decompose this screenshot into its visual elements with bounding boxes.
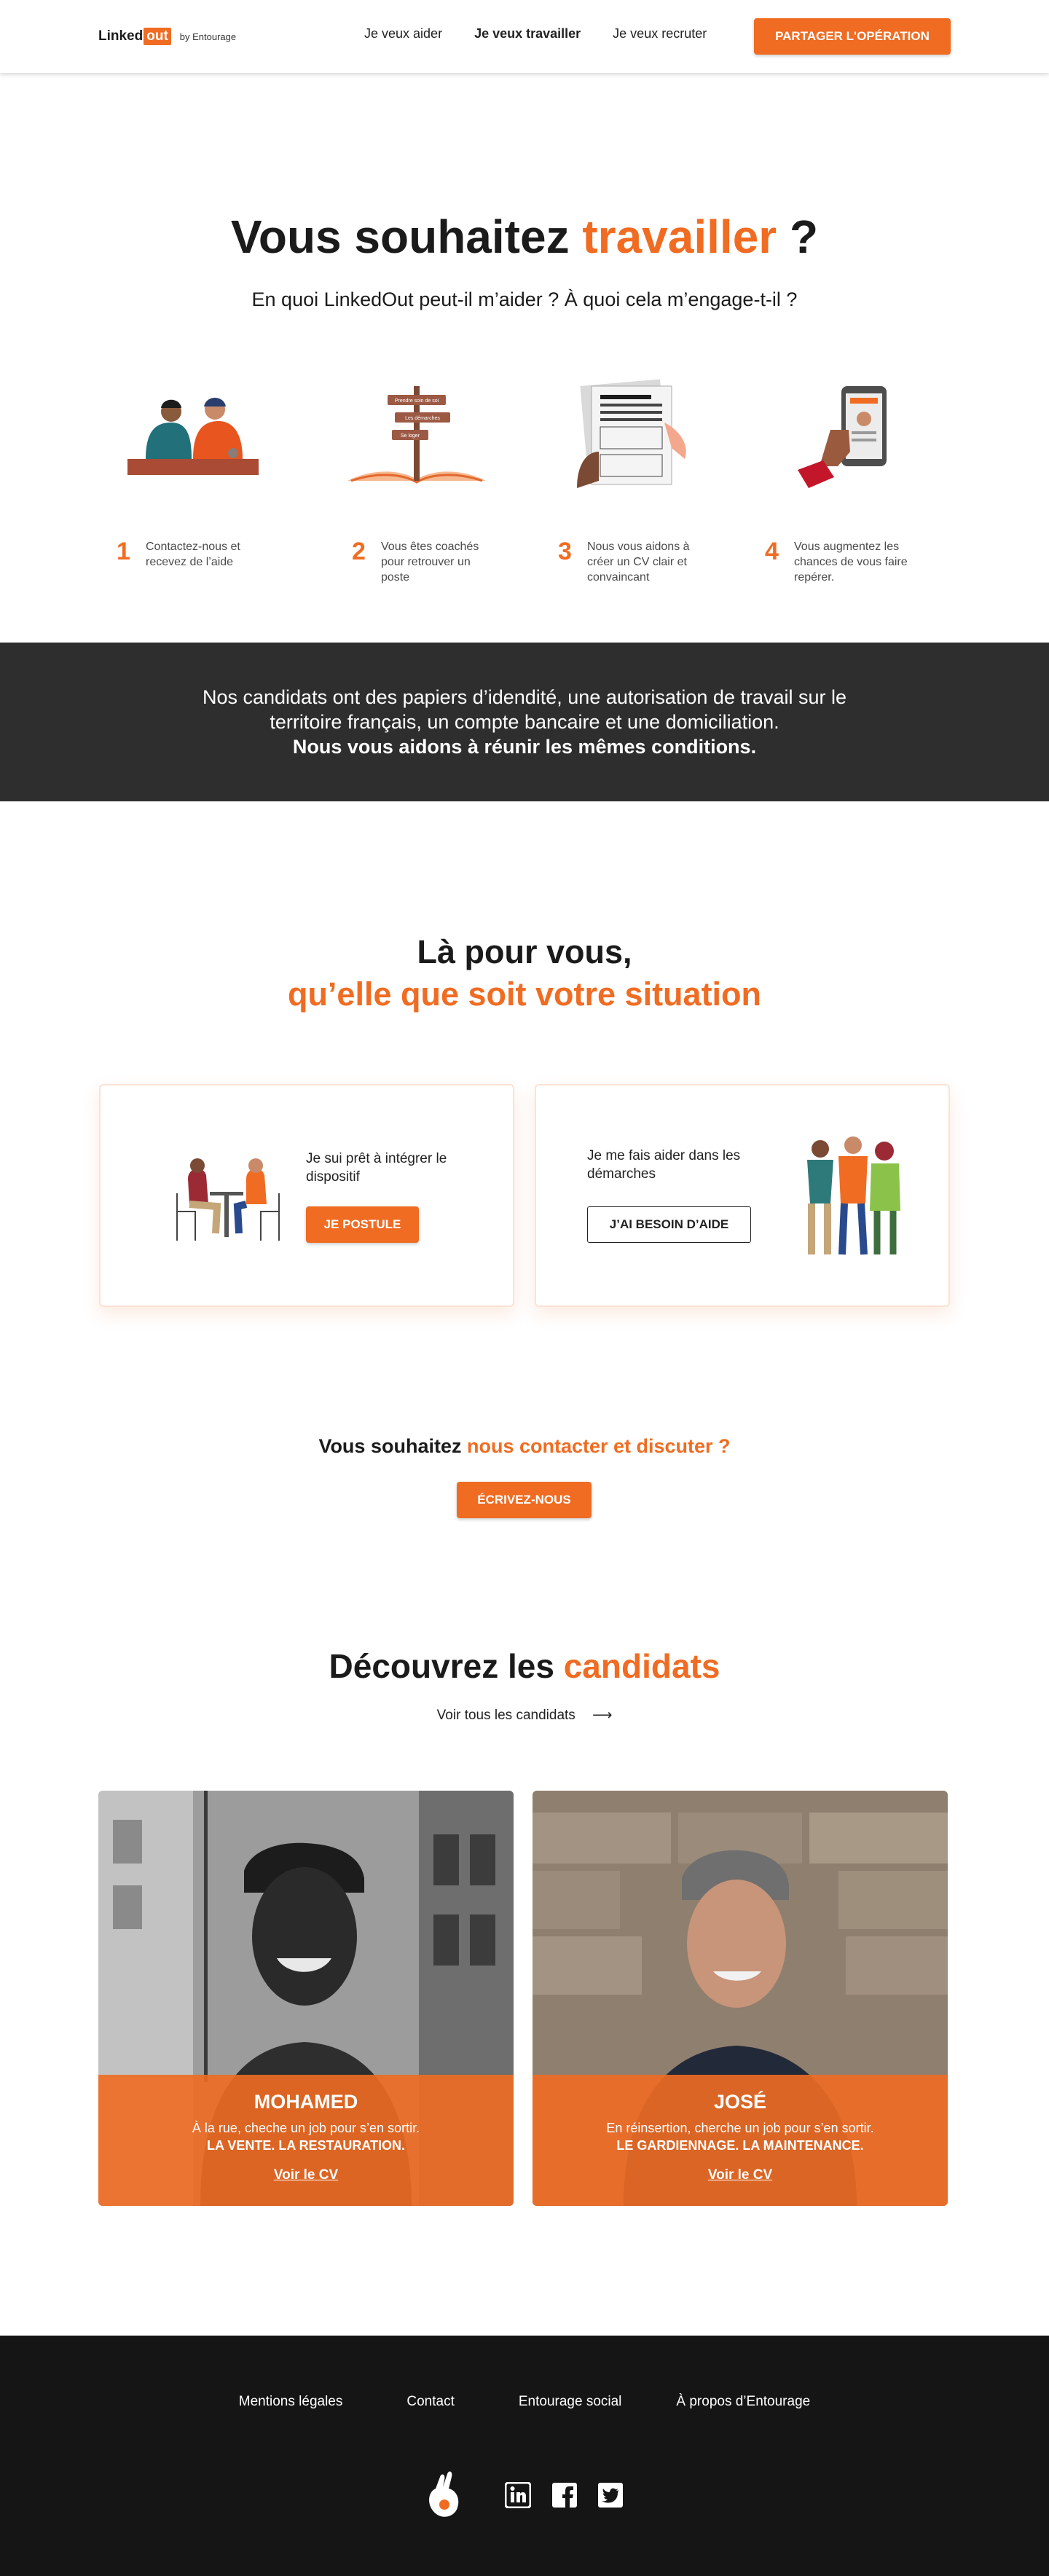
step-number: 3 (558, 538, 572, 565)
help-card-text: Je me fais aider dans les démarches (587, 1148, 741, 1182)
conversation-illustration (127, 398, 259, 475)
help-card: Je me fais aider dans les démarches J’AI… (535, 1084, 950, 1307)
candidates-title-pre: Découvrez les (329, 1647, 564, 1685)
signpost-illustration: Prendre soin de soi Les démarches Se log… (347, 386, 486, 484)
logo-linked-text: Linked (98, 28, 144, 44)
candidate-name: JOSÉ (713, 2091, 767, 2113)
contact-pre: Vous souhaitez (318, 1435, 467, 1457)
contact-heading: Vous souhaitez nous contacter et discute… (0, 1435, 1049, 1458)
step-2: 2 Vous êtes coachés pour retrouver un po… (352, 539, 527, 585)
candidate-overlay: JOSÉ En réinsertion, cherche un job pour… (533, 2075, 948, 2206)
logo-out-text: out (144, 28, 171, 45)
site-header: Linked out by Entourage Je veux aider Je… (0, 0, 1049, 73)
band-line-1: Nos candidats ont des papiers d’idendité… (202, 686, 847, 708)
view-cv-link[interactable]: Voir le CV (274, 2167, 338, 2183)
group-illustration (807, 1136, 900, 1255)
linkedin-icon[interactable] (505, 2482, 531, 2508)
situation-title-line1: Là pour vous, (417, 933, 632, 970)
footer-link-entourage-social[interactable]: Entourage social (519, 2394, 622, 2410)
step-number: 1 (117, 538, 130, 565)
phone-illustration (798, 386, 887, 488)
linkedout-logo[interactable]: Linked out by Entourage (98, 28, 236, 45)
step-text: Contactez-nous et recevez de l’aide (146, 541, 240, 568)
situation-title: Là pour vous, qu’elle que soit votre sit… (0, 931, 1049, 1016)
nav-item-help[interactable]: Je veux aider (364, 26, 442, 42)
nav-item-recruit[interactable]: Je veux recruter (613, 26, 707, 42)
view-cv-link[interactable]: Voir le CV (708, 2167, 772, 2183)
page-title: Vous souhaitez travailler ? (0, 210, 1049, 264)
candidate-description: À la rue, cheche un job pour s’en sortir… (192, 2121, 420, 2135)
sign-text-3: Se loger (401, 433, 420, 439)
candidate-description: En réinsertion, cherche un job pour s’en… (606, 2121, 874, 2135)
hero-section: Vous souhaitez travailler ? En quoi Link… (0, 73, 1049, 643)
title-post: ? (777, 211, 819, 263)
step-3: 3 Nous vous aidons à créer un CV clair e… (558, 539, 733, 585)
contact-accent: nous contacter et discuter ? (466, 1435, 731, 1457)
page-subtitle: En quoi LinkedOut peut-il m’aider ? À qu… (251, 288, 798, 310)
facebook-icon[interactable] (551, 2482, 578, 2508)
footer-link-about[interactable]: À propos d’Entourage (676, 2394, 810, 2410)
candidate-card-jose[interactable]: JOSÉ En réinsertion, cherche un job pour… (533, 1791, 948, 2206)
candidate-skills: LE GARDIENNAGE. LA MAINTENANCE. (616, 2138, 864, 2153)
candidate-skills: LA VENTE. LA RESTAURATION. (207, 2138, 405, 2153)
candidates-title-accent: candidats (563, 1647, 720, 1685)
band-line-2: territoire français, un compte bancaire … (270, 711, 779, 733)
step-text: Nous vous aidons à créer un CV clair et … (587, 541, 690, 584)
entourage-logo-icon[interactable] (424, 2467, 463, 2525)
step-1: 1 Contactez-nous et recevez de l’aide (117, 539, 291, 570)
sign-text-1: Prendre soin de soi (395, 398, 439, 404)
band-line-3: Nous vous aidons à réunir les mêmes cond… (292, 736, 757, 758)
write-us-button[interactable]: ÉCRIVEZ-NOUS (457, 1482, 592, 1518)
site-footer: Mentions légales Contact Entourage socia… (0, 2336, 1049, 2576)
footer-link-legal[interactable]: Mentions légales (239, 2394, 343, 2410)
logo-by-text: by Entourage (179, 31, 237, 42)
share-operation-button[interactable]: PARTAGER L'OPÉRATION (754, 18, 951, 55)
step-text: Vous êtes coachés pour retrouver un post… (381, 541, 479, 584)
arrow-right-icon: ⟶ (592, 1708, 613, 1723)
cv-illustration (577, 379, 686, 488)
step-number: 4 (765, 538, 779, 565)
see-all-text: Voir tous les candidats (436, 1708, 575, 1723)
candidate-name: MOHAMED (254, 2091, 358, 2113)
see-all-candidates-link[interactable]: Voir tous les candidats ⟶ (0, 1707, 1049, 1724)
conditions-band: Nos candidats ont des papiers d’idendité… (0, 643, 1049, 801)
cafe-meeting-illustration (176, 1158, 280, 1241)
step-4: 4 Vous augmentez les chances de vous fai… (765, 539, 940, 585)
title-accent: travailler (582, 211, 777, 263)
candidate-overlay: MOHAMED À la rue, cheche un job pour s’e… (98, 2075, 514, 2206)
twitter-icon[interactable] (597, 2482, 624, 2508)
footer-links: Mentions légales Contact Entourage socia… (0, 2394, 1049, 2410)
main-nav: Je veux aider Je veux travailler Je veux… (364, 26, 707, 42)
need-help-button[interactable]: J’AI BESOIN D’AIDE (587, 1206, 751, 1243)
ready-card: Je sui prêt à intégrer le dispositif JE … (99, 1084, 514, 1307)
candidate-card-mohamed[interactable]: MOHAMED À la rue, cheche un job pour s’e… (98, 1791, 514, 2206)
apply-button[interactable]: JE POSTULE (306, 1206, 419, 1243)
sign-text-2: Les démarches (405, 416, 440, 421)
footer-link-contact[interactable]: Contact (406, 2394, 454, 2410)
candidates-title: Découvrez les candidats (0, 1646, 1049, 1686)
nav-item-work[interactable]: Je veux travailler (474, 26, 581, 42)
step-number: 2 (352, 538, 366, 565)
title-pre: Vous souhaitez (230, 211, 583, 263)
ready-card-text: Je sui prêt à intégrer le dispositif (306, 1151, 447, 1185)
social-row (0, 2467, 1049, 2525)
step-text: Vous augmentez les chances de vous faire… (794, 541, 908, 584)
situation-title-line2: qu’elle que soit votre situation (287, 975, 762, 1013)
